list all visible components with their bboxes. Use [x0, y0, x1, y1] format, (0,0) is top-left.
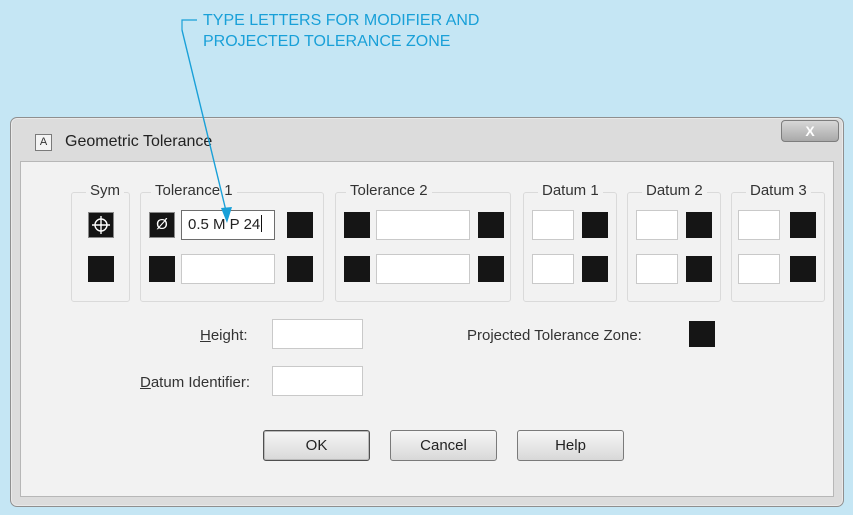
datum2-material-row2[interactable] — [686, 256, 712, 282]
diameter-swatch-row2[interactable] — [149, 256, 175, 282]
datum1-material-row2[interactable] — [582, 256, 608, 282]
height-label: Height: — [200, 327, 248, 344]
datum3-group: Datum 3 — [731, 182, 825, 302]
datum3-value-row2[interactable] — [738, 254, 780, 284]
dialog-content: Sym Tolerance 1 Ø 0.5 M P 24 Tolerance 2… — [20, 161, 834, 497]
symbol-swatch-row1[interactable] — [88, 212, 114, 238]
datum1-value-row2[interactable] — [532, 254, 574, 284]
sym-group: Sym — [71, 182, 130, 302]
datum-identifier-input[interactable] — [272, 366, 363, 396]
tolerance1-value-row2[interactable] — [181, 254, 275, 284]
callout-line-2: PROJECTED TOLERANCE ZONE — [203, 33, 451, 50]
datum3-material-row1[interactable] — [790, 212, 816, 238]
datum1-group-label: Datum 1 — [538, 182, 603, 199]
diameter2-swatch-row2[interactable] — [344, 256, 370, 282]
tolerance2-group: Tolerance 2 — [335, 182, 511, 302]
datum2-group: Datum 2 — [627, 182, 721, 302]
height-input[interactable] — [272, 319, 363, 349]
position-icon — [92, 216, 110, 234]
diameter2-swatch-row1[interactable] — [344, 212, 370, 238]
tolerance1-material-row1[interactable] — [287, 212, 313, 238]
tolerance2-value-row2[interactable] — [376, 254, 470, 284]
callout-bracket — [181, 19, 197, 30]
datum1-material-row1[interactable] — [582, 212, 608, 238]
datum1-value-row1[interactable] — [532, 210, 574, 240]
geometric-tolerance-dialog: A Geometric Tolerance X Sym Tolerance 1 … — [10, 117, 844, 507]
datum2-value-row2[interactable] — [636, 254, 678, 284]
datum3-value-row1[interactable] — [738, 210, 780, 240]
close-button[interactable]: X — [781, 120, 839, 142]
help-button[interactable]: Help — [517, 430, 624, 461]
tolerance1-group: Tolerance 1 Ø 0.5 M P 24 — [140, 182, 324, 302]
projected-zone-label: Projected Tolerance Zone: — [467, 327, 642, 344]
symbol-swatch-row2[interactable] — [88, 256, 114, 282]
cancel-button[interactable]: Cancel — [390, 430, 497, 461]
diameter-icon: Ø — [156, 216, 168, 233]
tolerance1-value-row1[interactable]: 0.5 M P 24 — [181, 210, 275, 240]
datum2-value-row1[interactable] — [636, 210, 678, 240]
datum2-material-row1[interactable] — [686, 212, 712, 238]
title-bar: A Geometric Tolerance X — [11, 118, 843, 158]
callout-annotation: TYPE LETTERS FOR MODIFIER AND PROJECTED … — [203, 10, 479, 52]
tolerance1-text-row1: 0.5 M P 24 — [188, 216, 261, 233]
datum3-material-row2[interactable] — [790, 256, 816, 282]
app-icon: A — [35, 134, 52, 151]
datum2-group-label: Datum 2 — [642, 182, 707, 199]
text-caret — [261, 215, 263, 232]
datum-identifier-label: Datum Identifier: — [140, 374, 251, 391]
tolerance2-group-label: Tolerance 2 — [346, 182, 432, 199]
diameter-swatch-row1[interactable]: Ø — [149, 212, 175, 238]
datum3-group-label: Datum 3 — [746, 182, 811, 199]
tolerance1-material-row2[interactable] — [287, 256, 313, 282]
callout-line-1: TYPE LETTERS FOR MODIFIER AND — [203, 12, 480, 29]
projected-zone-swatch[interactable] — [689, 321, 715, 347]
sym-group-label: Sym — [86, 182, 124, 199]
tolerance2-material-row2[interactable] — [478, 256, 504, 282]
tolerance2-value-row1[interactable] — [376, 210, 470, 240]
tolerance1-group-label: Tolerance 1 — [151, 182, 237, 199]
tolerance2-material-row1[interactable] — [478, 212, 504, 238]
dialog-title: Geometric Tolerance — [65, 133, 213, 150]
ok-button[interactable]: OK — [263, 430, 370, 461]
datum1-group: Datum 1 — [523, 182, 617, 302]
